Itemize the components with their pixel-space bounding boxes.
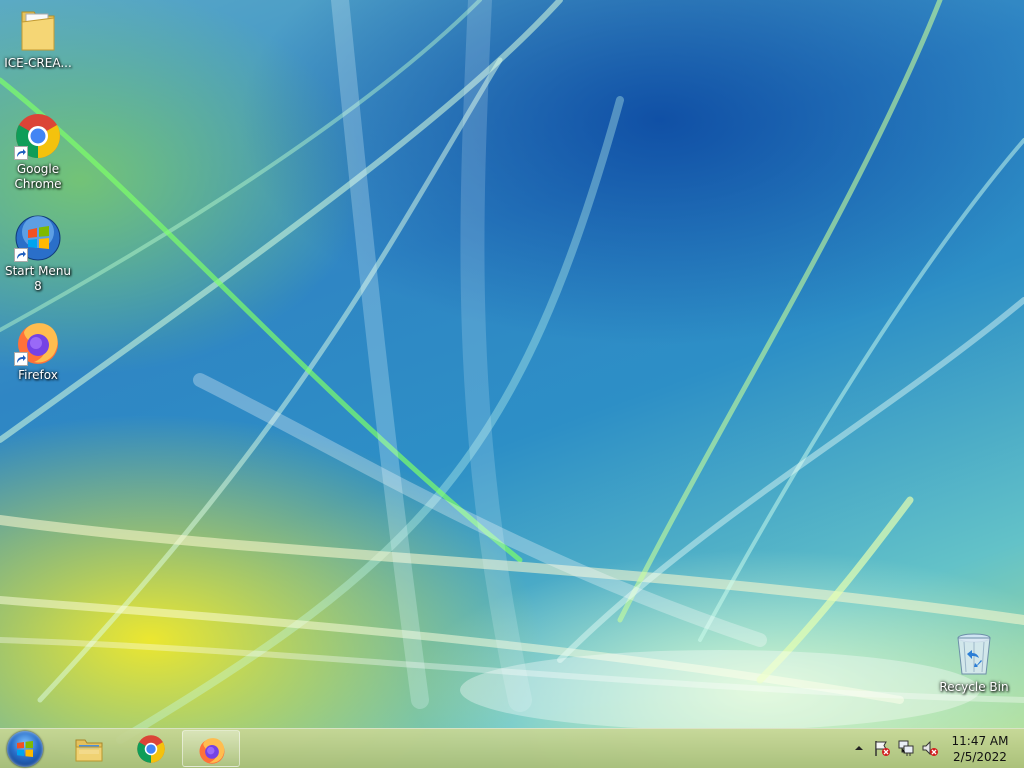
show-hidden-icons-button[interactable]: [850, 739, 868, 757]
volume-tray-icon[interactable]: [921, 739, 939, 757]
desktop-icon-label: Firefox: [18, 368, 58, 382]
file-explorer-icon: [74, 734, 104, 764]
clock-time: 11:47 AM: [951, 734, 1009, 748]
desktop-icon-label: Google Chrome: [14, 162, 62, 191]
network-tray-icon[interactable]: [897, 739, 915, 757]
desktop-icon-start-menu-8[interactable]: Start Menu 8: [0, 214, 76, 294]
desktop-icon-label: Recycle Bin: [939, 680, 1009, 694]
chrome-icon: [14, 112, 62, 160]
desktop-icon-recycle-bin[interactable]: Recycle Bin: [936, 630, 1012, 695]
shortcut-arrow-icon: [14, 146, 28, 160]
shortcut-arrow-icon: [14, 248, 28, 262]
taskbar: 11:47 AM 2/5/2022: [0, 728, 1024, 768]
system-clock[interactable]: 11:47 AM 2/5/2022: [944, 733, 1016, 765]
volume-muted-icon: [922, 740, 938, 756]
desktop-icon-label: Start Menu 8: [4, 264, 72, 293]
chevron-up-icon: [855, 746, 863, 750]
action-center-flag-icon: [875, 741, 890, 756]
firefox-icon: [197, 735, 227, 765]
start-orb-icon: [17, 741, 33, 757]
chrome-icon: [136, 734, 166, 764]
taskbar-file-explorer-button[interactable]: [60, 730, 118, 767]
folder-icon: [14, 6, 62, 54]
desktop-icon-firefox[interactable]: Firefox: [0, 318, 76, 383]
wallpaper-light-streaks: [0, 0, 1024, 744]
desktop-wallpaper: [0, 0, 1024, 768]
clock-date: 2/5/2022: [953, 750, 1007, 764]
desktop-icon-ice-cream-folder[interactable]: ICE-CREA...: [0, 6, 76, 71]
taskbar-chrome-button[interactable]: [122, 730, 180, 767]
action-center-tray-icon[interactable]: [873, 739, 891, 757]
firefox-icon: [14, 318, 62, 366]
network-icon: [898, 740, 914, 756]
desktop-icon-google-chrome[interactable]: Google Chrome: [0, 112, 76, 192]
windows-globe-icon: [14, 214, 62, 262]
shortcut-arrow-icon: [14, 352, 28, 366]
desktop-icon-label: ICE-CREA...: [4, 56, 72, 70]
start-button[interactable]: [7, 731, 43, 767]
recycle-bin-icon: [950, 630, 998, 678]
taskbar-firefox-button[interactable]: [182, 730, 240, 767]
